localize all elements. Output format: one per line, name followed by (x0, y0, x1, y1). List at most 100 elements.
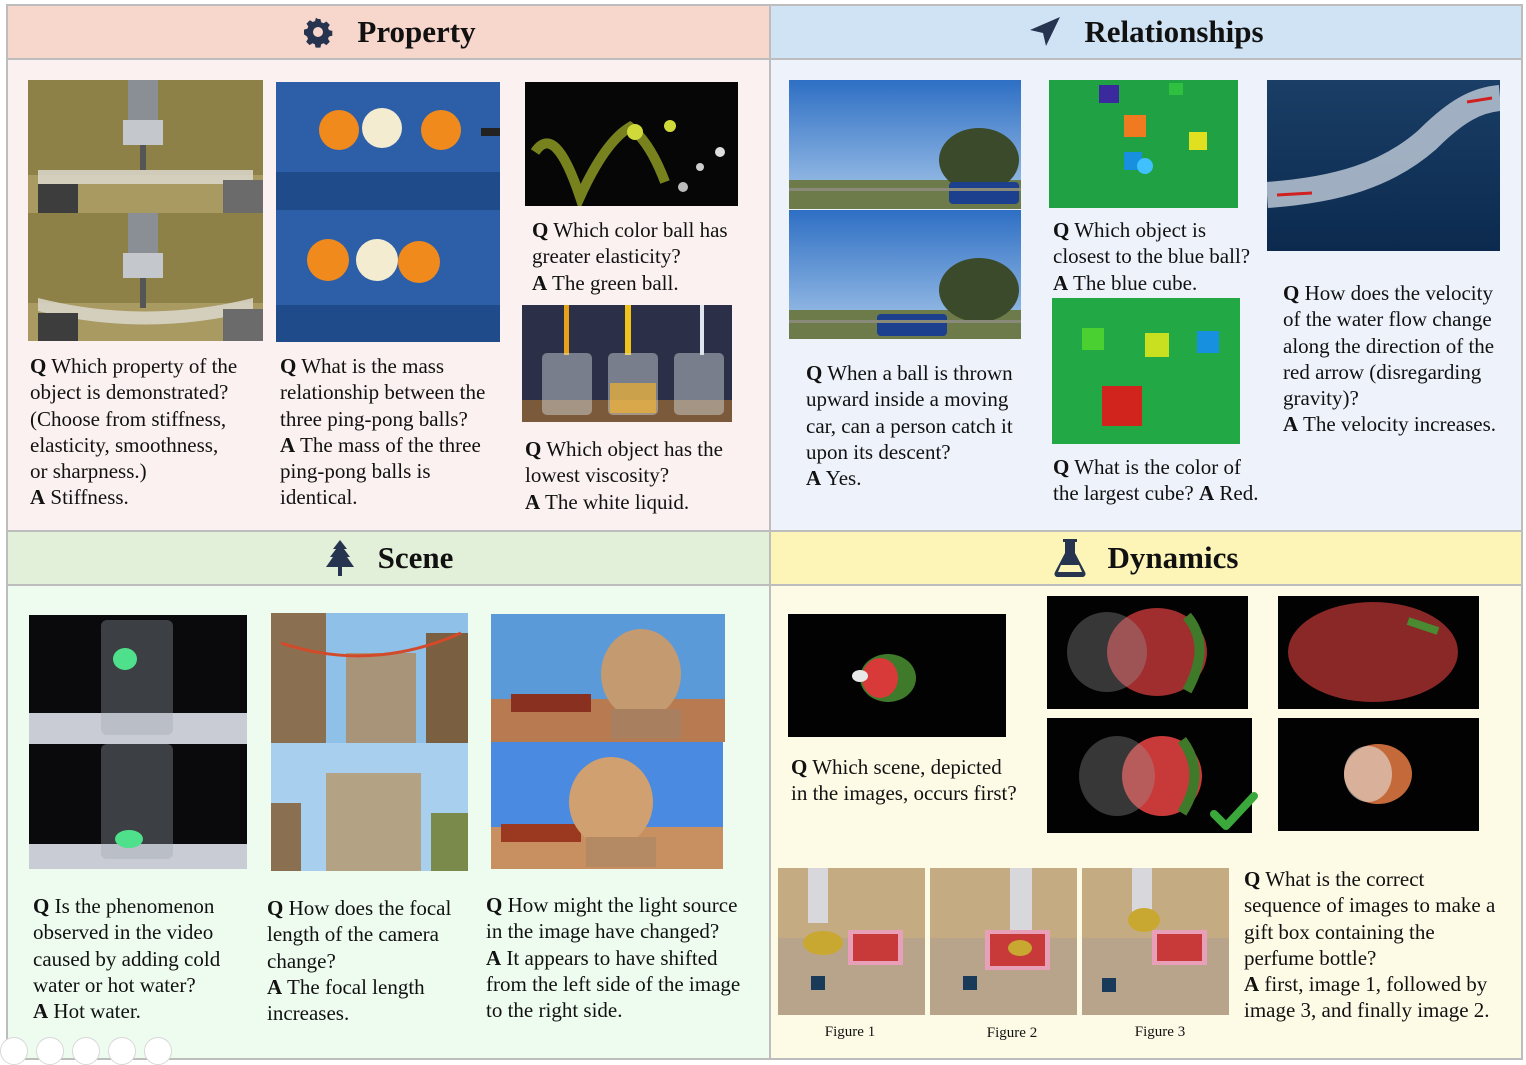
a-label: A (1053, 270, 1069, 295)
question-text: How does the velocity of the water flow … (1283, 281, 1495, 411)
a-label: A (1283, 412, 1299, 437)
pingpong-image-2 (276, 210, 500, 342)
scene-header: Scene (6, 530, 771, 586)
question-text: Is the phenomenon observed in the video … (33, 894, 221, 997)
q-label: Q (30, 354, 47, 378)
watermelon-image-2 (1047, 596, 1248, 709)
sundial-image-2 (491, 742, 723, 869)
checkmark-icon (1210, 790, 1258, 832)
q-label: Q (33, 894, 50, 918)
a-label: A (1198, 481, 1215, 506)
q-label: Q (1283, 281, 1300, 305)
pine-tree-icon (324, 539, 356, 577)
toolbar-button-1[interactable] (0, 1037, 28, 1065)
flask-icon (1054, 538, 1086, 578)
bouncing-balls-image (525, 82, 738, 206)
question-text: How might the light source in the image … (486, 893, 738, 944)
watermelon-image-5 (1278, 718, 1479, 831)
a-label: A (532, 270, 548, 295)
layout-tool-button[interactable] (72, 1037, 100, 1065)
cathedral-image-1 (271, 613, 468, 743)
pen-tool-button[interactable] (36, 1037, 64, 1065)
relationships-qa-1: Q When a ball is thrown upward inside a … (806, 360, 1046, 491)
figure-2-caption: Figure 2 (986, 1025, 1038, 1041)
question-text: What is the correct sequence of images t… (1244, 867, 1496, 970)
gear-icon (301, 15, 335, 49)
water-tube-image (1267, 80, 1500, 251)
gift-box-figure-1 (778, 868, 925, 1015)
a-label: A (806, 466, 822, 491)
sundial-image-1 (491, 614, 725, 742)
stiffness-test-image-2 (28, 213, 263, 341)
question-text: When a ball is thrown upward inside a mo… (806, 361, 1013, 464)
figure-3-caption: Figure 3 (1134, 1024, 1186, 1040)
question-text: Which property of the object is demonstr… (30, 354, 238, 484)
scene-title: Scene (377, 540, 454, 575)
overlay-toolbar (0, 1037, 172, 1065)
relationships-title: Relationships (1084, 14, 1264, 49)
relationships-header: Relationships (769, 4, 1523, 60)
question-text: Which object is closest to the blue ball… (1053, 218, 1251, 269)
answer-text: Stiffness. (50, 485, 129, 510)
liquid-jars-image (522, 305, 732, 422)
q-label: Q (806, 361, 823, 385)
q-label: Q (532, 218, 549, 242)
cathedral-image-2 (271, 743, 468, 871)
cubes-image-2 (1052, 298, 1240, 444)
glass-egg-image-2 (29, 744, 247, 869)
truck-image-1 (789, 80, 1021, 209)
cubes-image-1 (1049, 80, 1238, 208)
answer-text: The mass of the three ping-pong balls is… (280, 432, 481, 510)
property-qa-2: Q What is the mass relationship between … (280, 353, 520, 511)
dynamics-qa-2: Q What is the correct sequence of images… (1244, 866, 1520, 1024)
question-text: Which object has the lowest viscosity? (525, 437, 723, 488)
gift-box-figure-3 (1082, 868, 1229, 1015)
q-label: Q (280, 354, 297, 378)
a-label: A (525, 489, 541, 514)
q-label: Q (525, 437, 542, 461)
answer-text: Hot water. (53, 999, 141, 1024)
answer-text: The green ball. (552, 270, 679, 295)
answer-text: It appears to have shifted from the left… (486, 945, 741, 1023)
figure-1-caption: Figure 1 (824, 1024, 876, 1040)
answer-text: first, image 1, followed by image 3, and… (1244, 972, 1490, 1023)
answer-text: Yes. (825, 466, 862, 491)
question-text: Which scene, depicted in the images, occ… (791, 755, 1017, 806)
answer-text: Red. (1219, 481, 1259, 506)
relationships-qa-2: Q Which object is closest to the blue ba… (1053, 217, 1273, 296)
q-label: Q (791, 755, 808, 779)
watermelon-image-1 (788, 614, 1006, 737)
q-label: Q (1053, 218, 1070, 242)
dynamics-header: Dynamics (769, 530, 1523, 586)
dynamics-qa-1: Q Which scene, depicted in the images, o… (791, 754, 1041, 807)
answer-text: The focal length increases. (267, 974, 425, 1026)
question-text: How does the focal length of the camera … (267, 896, 452, 973)
property-title: Property (357, 14, 476, 49)
stiffness-test-image-1 (28, 80, 263, 213)
a-label: A (267, 974, 283, 999)
q-label: Q (486, 893, 503, 917)
q-label: Q (267, 896, 284, 920)
property-qa-1: Q Which property of the object is demons… (30, 353, 270, 511)
a-label: A (33, 999, 49, 1024)
question-text: What is the mass relationship between th… (280, 354, 486, 431)
answer-text: The blue cube. (1073, 270, 1198, 295)
a-label: A (30, 485, 46, 510)
a-label: A (280, 432, 296, 457)
more-options-button[interactable] (144, 1037, 172, 1065)
scene-qa-2: Q How does the focal length of the camer… (267, 895, 482, 1026)
scene-qa-3: Q How might the light source in the imag… (486, 892, 766, 1023)
scene-qa-1: Q Is the phenomenon observed in the vide… (33, 893, 263, 1024)
glass-egg-image-1 (29, 615, 247, 744)
paper-plane-icon (1028, 15, 1062, 49)
q-label: Q (1053, 455, 1070, 479)
a-label: A (486, 945, 502, 970)
question-text: Which color ball has greater elasticity? (532, 218, 728, 269)
watermelon-image-3 (1278, 596, 1479, 709)
truck-image-2 (789, 210, 1021, 339)
dynamics-title: Dynamics (1107, 540, 1239, 575)
zoom-tool-button[interactable] (108, 1037, 136, 1065)
answer-text: The white liquid. (545, 489, 690, 514)
answer-text: The velocity increases. (1303, 412, 1497, 437)
property-header: Property (6, 4, 771, 60)
